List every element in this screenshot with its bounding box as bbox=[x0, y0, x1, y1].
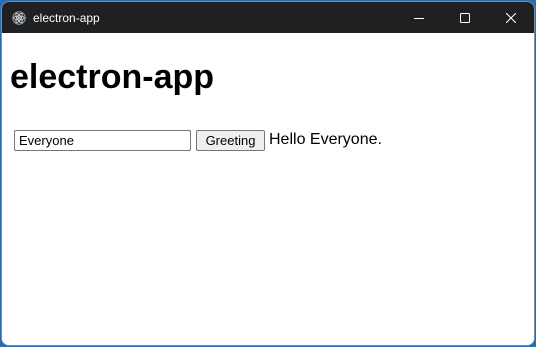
greeting-output: Hello Everyone. bbox=[269, 131, 382, 148]
minimize-icon bbox=[414, 17, 424, 19]
name-input[interactable] bbox=[14, 130, 191, 151]
close-icon bbox=[506, 12, 516, 23]
greeting-button[interactable]: Greeting bbox=[196, 130, 265, 151]
window-title: electron-app bbox=[33, 11, 100, 25]
close-button[interactable] bbox=[488, 2, 534, 33]
maximize-button[interactable] bbox=[442, 2, 488, 33]
app-window: electron-app electron-app Greeting Hello… bbox=[1, 1, 535, 346]
page-content: electron-app Greeting Hello Everyone. bbox=[2, 33, 534, 345]
maximize-icon bbox=[460, 12, 470, 23]
electron-app-icon bbox=[12, 11, 26, 25]
page-heading: electron-app bbox=[10, 58, 215, 96]
minimize-button[interactable] bbox=[396, 2, 442, 33]
title-bar[interactable]: electron-app bbox=[2, 2, 534, 33]
